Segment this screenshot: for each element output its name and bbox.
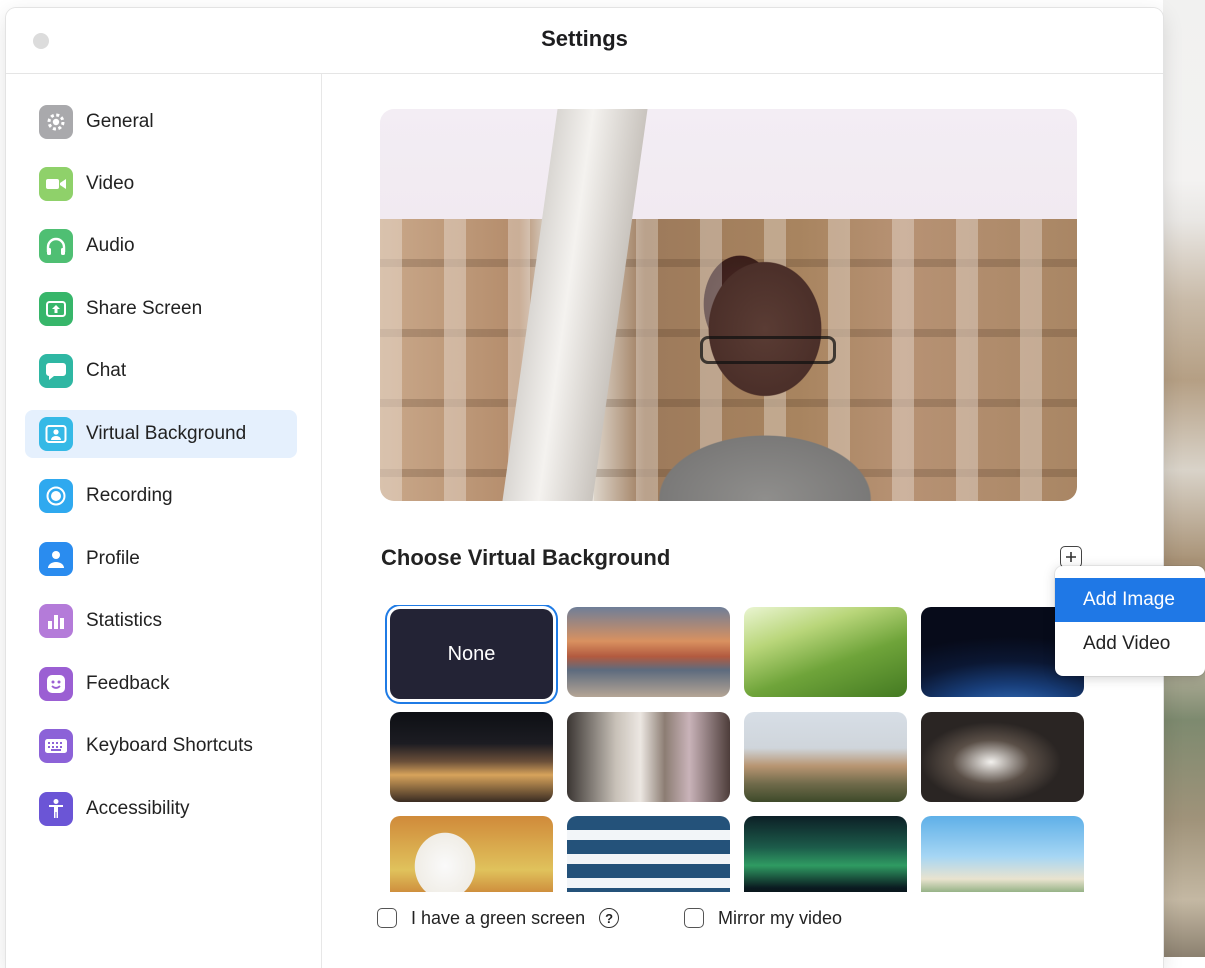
- virtual-background-icon: [39, 417, 73, 451]
- background-grass[interactable]: [744, 607, 907, 697]
- gear-icon: [39, 105, 73, 139]
- headphones-icon: [39, 229, 73, 263]
- accessibility-icon: [39, 792, 73, 826]
- add-background-button[interactable]: [1060, 546, 1082, 568]
- desktop-background: [1163, 0, 1205, 957]
- sidebar-item-statistics[interactable]: Statistics: [25, 597, 297, 645]
- sidebar-item-share-screen[interactable]: Share Screen: [25, 285, 297, 333]
- window-title: Settings: [541, 26, 628, 51]
- mirror-video-label: Mirror my video: [718, 907, 843, 928]
- sidebar-item-label: Feedback: [86, 673, 170, 694]
- sidebar-item-label: Video: [86, 173, 135, 194]
- sidebar-item-label: Share Screen: [86, 298, 203, 319]
- help-icon[interactable]: ?: [599, 908, 620, 928]
- sidebar-item-label: General: [86, 111, 154, 132]
- menu-item-add-video[interactable]: Add Video: [1055, 622, 1205, 666]
- smiley-icon: [39, 667, 73, 701]
- sidebar-item-label: Virtual Background: [86, 423, 247, 444]
- sidebar-item-label: Profile: [86, 548, 140, 569]
- background-cat[interactable]: [921, 712, 1084, 802]
- background-beach[interactable]: [921, 816, 1084, 892]
- menu-item-add-image[interactable]: Add Image: [1055, 578, 1205, 622]
- settings-sidebar: General Video Audio Share Screen Chat Vi…: [6, 74, 322, 968]
- mirror-video-checkbox[interactable]: [684, 908, 704, 928]
- video-camera-icon: [39, 167, 73, 201]
- background-text-slide[interactable]: [567, 816, 730, 892]
- background-none[interactable]: None: [390, 609, 553, 699]
- sidebar-item-chat[interactable]: Chat: [25, 347, 297, 395]
- background-egg-snack[interactable]: [390, 816, 553, 892]
- green-screen-option: I have a green screen ?: [377, 905, 620, 931]
- sidebar-item-video[interactable]: Video: [25, 160, 297, 208]
- preview-glasses: [700, 336, 836, 364]
- virtual-background-panel: Choose Virtual Background None I have a …: [322, 74, 1163, 968]
- title-bar: Settings: [6, 8, 1163, 74]
- sidebar-item-audio[interactable]: Audio: [25, 222, 297, 270]
- keyboard-icon: [39, 729, 73, 763]
- sidebar-item-recording[interactable]: Recording: [25, 472, 297, 520]
- sidebar-item-label: Statistics: [86, 610, 163, 631]
- share-screen-icon: [39, 292, 73, 326]
- sidebar-item-feedback[interactable]: Feedback: [25, 660, 297, 708]
- person-icon: [39, 542, 73, 576]
- sidebar-item-label: Chat: [86, 360, 127, 381]
- mirror-option: Mirror my video: [684, 905, 842, 931]
- record-icon: [39, 479, 73, 513]
- preview-person: [620, 249, 910, 501]
- sidebar-item-accessibility[interactable]: Accessibility: [25, 785, 297, 833]
- background-northern-lights[interactable]: [744, 816, 907, 892]
- plus-icon: [1066, 552, 1076, 562]
- bar-chart-icon: [39, 604, 73, 638]
- background-people[interactable]: [567, 712, 730, 802]
- sidebar-item-label: Recording: [86, 485, 173, 506]
- sidebar-item-label: Keyboard Shortcuts: [86, 735, 253, 756]
- background-acropolis[interactable]: [744, 712, 907, 802]
- sidebar-item-profile[interactable]: Profile: [25, 535, 297, 583]
- background-building-night[interactable]: [390, 712, 553, 802]
- sidebar-item-virtual-background[interactable]: Virtual Background: [25, 410, 297, 458]
- background-golden-gate[interactable]: [567, 607, 730, 697]
- green-screen-checkbox[interactable]: [377, 908, 397, 928]
- chat-bubble-icon: [39, 354, 73, 388]
- sidebar-item-keyboard-shortcuts[interactable]: Keyboard Shortcuts: [25, 722, 297, 770]
- video-preview: [380, 109, 1077, 501]
- none-label: None: [447, 642, 496, 665]
- sidebar-item-label: Audio: [86, 235, 135, 256]
- background-gallery: None: [384, 605, 1084, 892]
- green-screen-label: I have a green screen: [411, 907, 586, 928]
- add-background-menu: Add Image Add Video: [1055, 566, 1205, 676]
- section-title: Choose Virtual Background: [381, 545, 671, 570]
- settings-window: Settings General Video Audio Share Scree…: [6, 8, 1163, 968]
- sidebar-item-label: Accessibility: [86, 798, 190, 819]
- sidebar-item-general[interactable]: General: [25, 98, 297, 146]
